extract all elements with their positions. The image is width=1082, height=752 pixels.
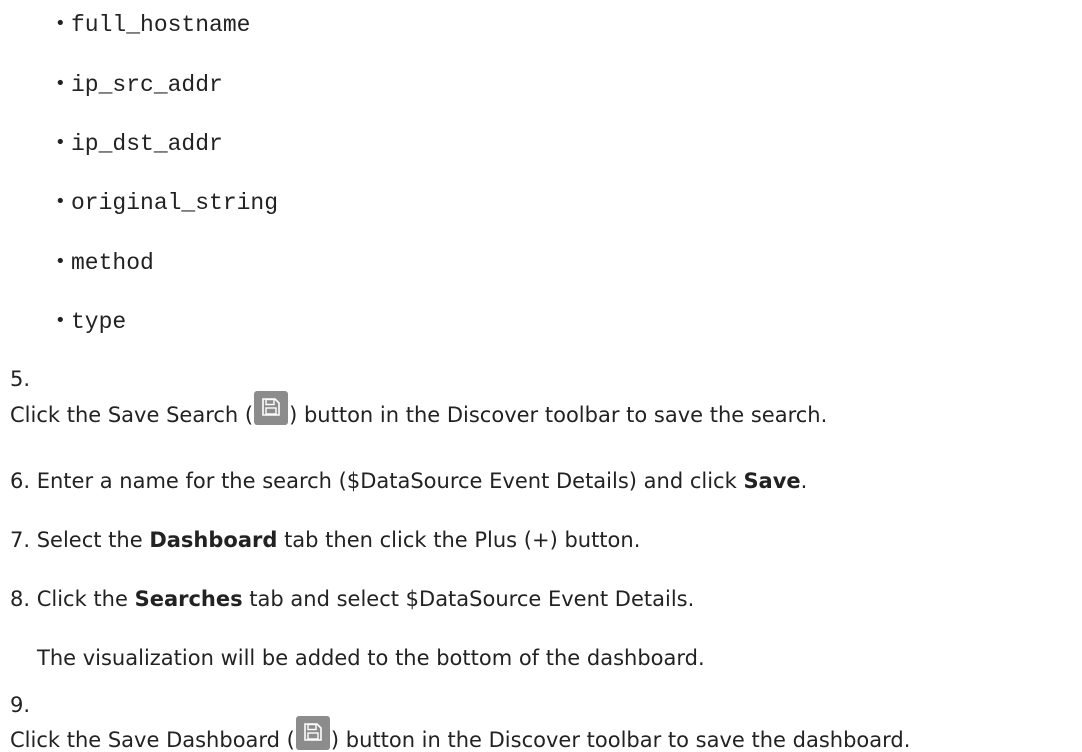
step-text: Click the Save Dashboard () button in th… [10,716,910,752]
list-item: • ip_src_addr [55,72,223,98]
dashboard-label: Dashboard [149,528,278,552]
list-item: • method [55,250,154,276]
list-item: • type [55,309,127,335]
step-text: Click the Save Search () button in the D… [10,391,827,427]
step-7: 7. Select the Dashboard tab then click t… [10,528,641,552]
save-icon [254,391,289,425]
field-name: full_hostname [71,12,251,38]
step-number: 9. [10,693,31,717]
save-label: Save [743,469,801,493]
field-name: ip_dst_addr [71,131,223,157]
field-name: ip_src_addr [71,72,223,98]
step-number: 5. [10,367,31,391]
field-name: method [71,250,154,276]
step-8-note: The visualization will be added to the b… [37,646,705,670]
list-item: • original_string [55,190,279,216]
searches-label: Searches [134,587,243,611]
step-8: 8. Click the Searches tab and select $Da… [10,587,695,611]
list-item: • full_hostname [55,12,251,38]
field-name: type [71,309,127,335]
list-item: • ip_dst_addr [55,131,223,157]
field-name: original_string [71,190,279,216]
step-6: 6. Enter a name for the search ($DataSou… [10,469,808,493]
save-icon [295,716,330,750]
